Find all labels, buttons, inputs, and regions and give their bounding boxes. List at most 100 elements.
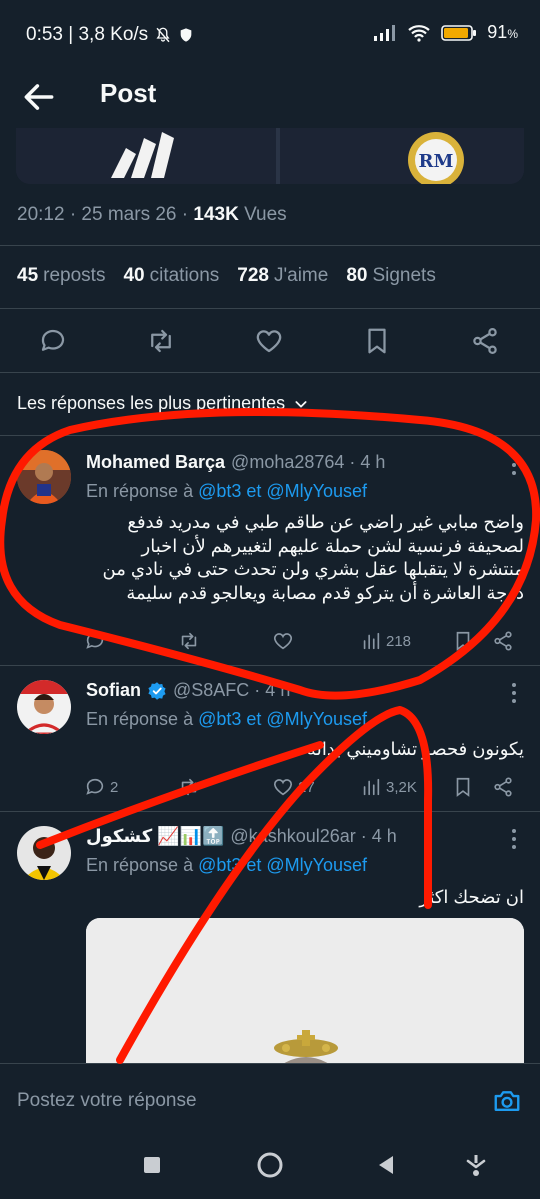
reply-author-handle[interactable]: @moha28764 · 4 h xyxy=(231,452,385,473)
in-reply-links[interactable]: @bt3 et @MlyYousef xyxy=(198,481,367,501)
reply-like-button[interactable]: 27 xyxy=(272,776,315,798)
stat-bookmarks-num: 80 xyxy=(346,265,368,286)
stat-reposts[interactable]: 45 reposts xyxy=(17,265,105,287)
stat-bookmarks[interactable]: 80 Signets xyxy=(346,265,436,287)
stat-likes[interactable]: 728 J'aime xyxy=(237,265,328,287)
svg-text:RM: RM xyxy=(419,151,454,172)
verified-icon xyxy=(148,681,166,700)
avatar[interactable] xyxy=(17,680,71,734)
share-icon[interactable] xyxy=(492,776,514,798)
post-time: 20:12 · 25 mars 26 · xyxy=(17,204,194,225)
back-icon[interactable] xyxy=(374,1153,398,1177)
chevron-down-icon xyxy=(295,400,307,408)
wifi-icon xyxy=(408,24,431,42)
in-reply-links[interactable]: @bt3 et @MlyYousef xyxy=(198,855,367,875)
reply-actions: 218 xyxy=(80,630,520,658)
more-icon[interactable] xyxy=(510,828,518,850)
stat-citations[interactable]: 40 citations xyxy=(123,265,219,287)
reply-reply-button[interactable]: 2 xyxy=(84,776,118,798)
reply-author-name[interactable]: Sofian xyxy=(86,680,141,701)
views-label: Vues xyxy=(238,204,287,225)
retweet-icon[interactable] xyxy=(146,326,176,356)
reply-icon xyxy=(86,632,104,649)
stat-citations-num: 40 xyxy=(123,265,145,286)
in-reply-prefix: En réponse à xyxy=(86,855,199,875)
divider xyxy=(0,245,540,246)
divider xyxy=(0,372,540,373)
reply-item[interactable]: Sofian @S8AFC · 4 h En réponse à @bt3 et… xyxy=(0,666,540,811)
reply-header: Mohamed Barça @moha28764 · 4 h xyxy=(86,452,385,473)
bookmark-icon[interactable] xyxy=(362,326,392,356)
in-reply-to: En réponse à @bt3 et @MlyYousef xyxy=(86,855,367,876)
retweet-icon xyxy=(181,778,197,796)
jersey-image: RM xyxy=(16,128,524,184)
reply-reply-button[interactable] xyxy=(84,630,110,652)
like-count: 27 xyxy=(298,778,315,796)
reply-input[interactable]: Postez votre réponse xyxy=(17,1090,197,1112)
stat-likes-num: 728 xyxy=(237,265,269,286)
views-count: 143K xyxy=(193,204,239,225)
avatar[interactable] xyxy=(17,826,71,880)
post-media-image[interactable]: RM xyxy=(16,128,524,184)
reply-count: 2 xyxy=(110,778,119,796)
assistant-icon[interactable] xyxy=(464,1153,488,1177)
reply-author-name[interactable]: Mohamed Barça xyxy=(86,452,225,473)
reply-media-image[interactable] xyxy=(86,918,524,1078)
in-reply-to: En réponse à @bt3 et @MlyYousef xyxy=(86,481,367,502)
in-reply-prefix: En réponse à xyxy=(86,709,199,729)
battery-percent: 91% xyxy=(487,22,518,43)
stat-reposts-label: reposts xyxy=(43,265,106,286)
percent-sign: % xyxy=(507,27,518,41)
stat-likes-label: J'aime xyxy=(274,265,329,286)
reply-text: ان تضحك اكثر xyxy=(419,887,524,907)
media-illustration xyxy=(86,918,524,1078)
in-reply-links[interactable]: @bt3 et @MlyYousef xyxy=(198,709,367,729)
reply-views-button[interactable]: 3,2K xyxy=(360,776,417,798)
reply-retweet-button[interactable] xyxy=(178,630,204,652)
reply-item[interactable]: Mohamed Barça @moha28764 · 4 h En répons… xyxy=(0,436,540,664)
status-bar: 0:53 | 3,8 Ko/s 91% xyxy=(0,0,540,66)
avatar-image xyxy=(17,826,71,880)
more-icon[interactable] xyxy=(510,454,518,476)
shield-icon xyxy=(180,28,192,42)
header: Post xyxy=(0,66,540,128)
reply-retweet-button[interactable] xyxy=(178,776,204,798)
bookmark-icon[interactable] xyxy=(452,776,474,798)
views-icon xyxy=(363,778,380,796)
reply-author-name[interactable]: كشكول 📈📊🔝 xyxy=(86,826,224,847)
mute-bell-icon xyxy=(156,27,170,43)
signal-icon xyxy=(374,24,396,41)
home-icon[interactable] xyxy=(256,1151,284,1179)
stat-citations-label: citations xyxy=(149,265,220,286)
reply-header: Sofian @S8AFC · 4 h xyxy=(86,680,290,701)
post-timestamp: 20:12 · 25 mars 26 · 143K Vues xyxy=(17,204,287,226)
reply-author-handle[interactable]: @kashkoul26ar · 4 h xyxy=(230,826,396,847)
status-right: 91% xyxy=(373,22,518,43)
reply-like-button[interactable] xyxy=(272,630,298,652)
avatar[interactable] xyxy=(17,450,71,504)
replies-sort-dropdown[interactable]: Les réponses les plus pertinentes xyxy=(17,393,309,414)
divider xyxy=(0,308,540,309)
camera-icon[interactable] xyxy=(492,1086,522,1116)
system-nav-bar xyxy=(0,1127,540,1199)
back-arrow-icon[interactable] xyxy=(20,78,58,116)
retweet-icon xyxy=(181,632,197,650)
sort-label: Les réponses les plus pertinentes xyxy=(17,393,286,413)
bookmark-icon[interactable] xyxy=(452,630,474,652)
more-icon[interactable] xyxy=(510,682,518,704)
reply-text: يكونون فحصو تشاوميني بداله xyxy=(306,739,524,759)
like-icon xyxy=(273,633,293,650)
views-icon xyxy=(363,632,380,650)
reply-icon[interactable] xyxy=(38,326,68,356)
reply-header: كشكول 📈📊🔝 @kashkoul26ar · 4 h xyxy=(86,826,397,847)
status-left: 0:53 | 3,8 Ko/s xyxy=(26,24,194,46)
reply-composer: Postez votre réponse xyxy=(0,1063,540,1127)
reply-actions: 2 27 3,2K xyxy=(80,776,520,804)
recent-apps-icon[interactable] xyxy=(140,1153,164,1177)
reply-author-handle[interactable]: @S8AFC · 4 h xyxy=(173,680,290,701)
like-icon[interactable] xyxy=(254,326,284,356)
reply-views-button[interactable]: 218 xyxy=(360,630,411,652)
share-icon[interactable] xyxy=(492,630,514,652)
stat-bookmarks-label: Signets xyxy=(372,265,436,286)
share-icon[interactable] xyxy=(470,326,500,356)
